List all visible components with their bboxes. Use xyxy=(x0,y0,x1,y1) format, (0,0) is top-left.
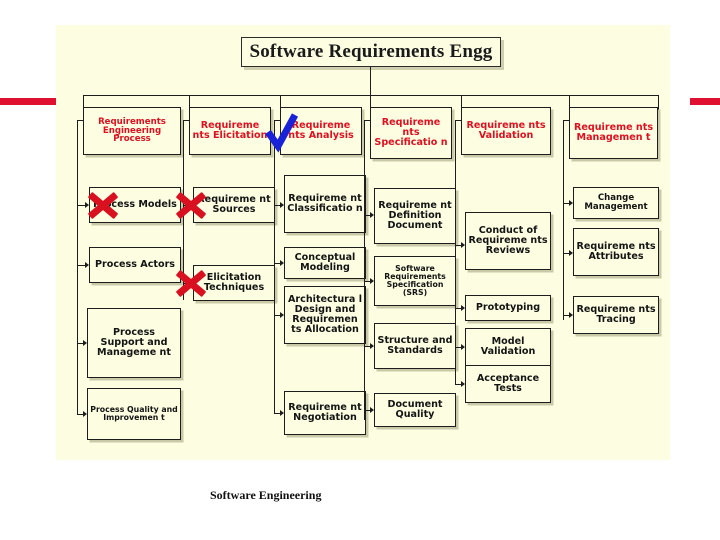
node-requirements-engineering-process[interactable]: Requirements Engineering Process xyxy=(83,107,181,155)
diagram-title-box: Software Requirements Engg xyxy=(241,37,501,67)
connector-spine-col1 xyxy=(77,120,79,414)
node-model-validation[interactable]: Model Validation xyxy=(465,328,551,366)
node-requirement-sources[interactable]: Requireme nt Sources xyxy=(193,187,275,223)
node-conceptual-modeling[interactable]: Conceptual Modeling xyxy=(284,247,366,279)
connector-spine-col3 xyxy=(274,120,276,413)
node-prototyping[interactable]: Prototyping xyxy=(465,295,551,321)
node-process-support-and-management[interactable]: Process Support and Manageme nt xyxy=(87,308,181,378)
connector-spine-col2 xyxy=(183,120,185,300)
slide-canvas: Software Requirements Engg Requirements … xyxy=(0,0,720,540)
connector-spine-col1-top xyxy=(77,120,84,122)
connector-spine-col4 xyxy=(364,120,366,420)
connector-spine-col5-top xyxy=(455,120,462,122)
node-requirements-specification[interactable]: Requireme nts Specificatio n xyxy=(370,107,452,159)
node-process-models[interactable]: Process Models xyxy=(89,187,181,223)
connector-title-stem xyxy=(370,67,372,95)
node-process-quality-and-improvement[interactable]: Process Quality and Improvemen t xyxy=(87,388,181,440)
node-software-requirements-specification-srs[interactable]: Software Requirements Specification (SRS… xyxy=(374,256,456,306)
connector-spine-col6-top xyxy=(563,120,570,122)
node-requirements-tracing[interactable]: Requireme nts Tracing xyxy=(573,296,659,334)
node-requirements-attributes[interactable]: Requireme nts Attributes xyxy=(573,228,659,276)
node-requirement-negotiation[interactable]: Requireme nt Negotiation xyxy=(284,391,366,435)
slide-footer: Software Engineering xyxy=(210,488,322,502)
node-requirements-validation[interactable]: Requireme nts Validation xyxy=(461,107,551,155)
decorative-red-bar-left xyxy=(0,98,57,105)
node-document-quality[interactable]: Document Quality xyxy=(374,393,456,427)
node-structure-and-standards[interactable]: Structure and Standards xyxy=(374,323,456,369)
connector-spine-col6 xyxy=(563,120,565,320)
check-mark-requirements-analysis xyxy=(264,113,299,153)
page-title: Software Requirements Engg xyxy=(249,41,493,62)
connector-drop-7 xyxy=(658,95,660,117)
node-architectural-design-and-requirements-allocation[interactable]: Architectura l Design and Requiremen ts … xyxy=(284,286,366,344)
decorative-red-bar-right xyxy=(690,98,720,105)
node-change-management[interactable]: Change Management xyxy=(573,187,659,219)
node-requirements-management[interactable]: Requireme nts Managemen t xyxy=(569,107,658,159)
node-acceptance-tests[interactable]: Acceptance Tests xyxy=(465,365,551,403)
connector-spine-col2-top xyxy=(183,120,190,122)
connector-spine-col5 xyxy=(455,120,457,384)
node-requirement-classification[interactable]: Requireme nt Classificatio n xyxy=(284,175,366,233)
diagram-panel: Software Requirements Engg Requirements … xyxy=(56,25,670,460)
node-process-actors[interactable]: Process Actors xyxy=(89,247,181,283)
node-requirement-definition-document[interactable]: Requireme nt Definition Document xyxy=(374,188,456,244)
node-conduct-of-requirements-reviews[interactable]: Conduct of Requireme nts Reviews xyxy=(465,212,551,270)
node-elicitation-techniques[interactable]: Elicitation Techniques xyxy=(193,265,275,301)
node-requirements-elicitation[interactable]: Requireme nts Elicitation xyxy=(189,107,271,155)
connector-spine-col4-top xyxy=(364,120,371,122)
